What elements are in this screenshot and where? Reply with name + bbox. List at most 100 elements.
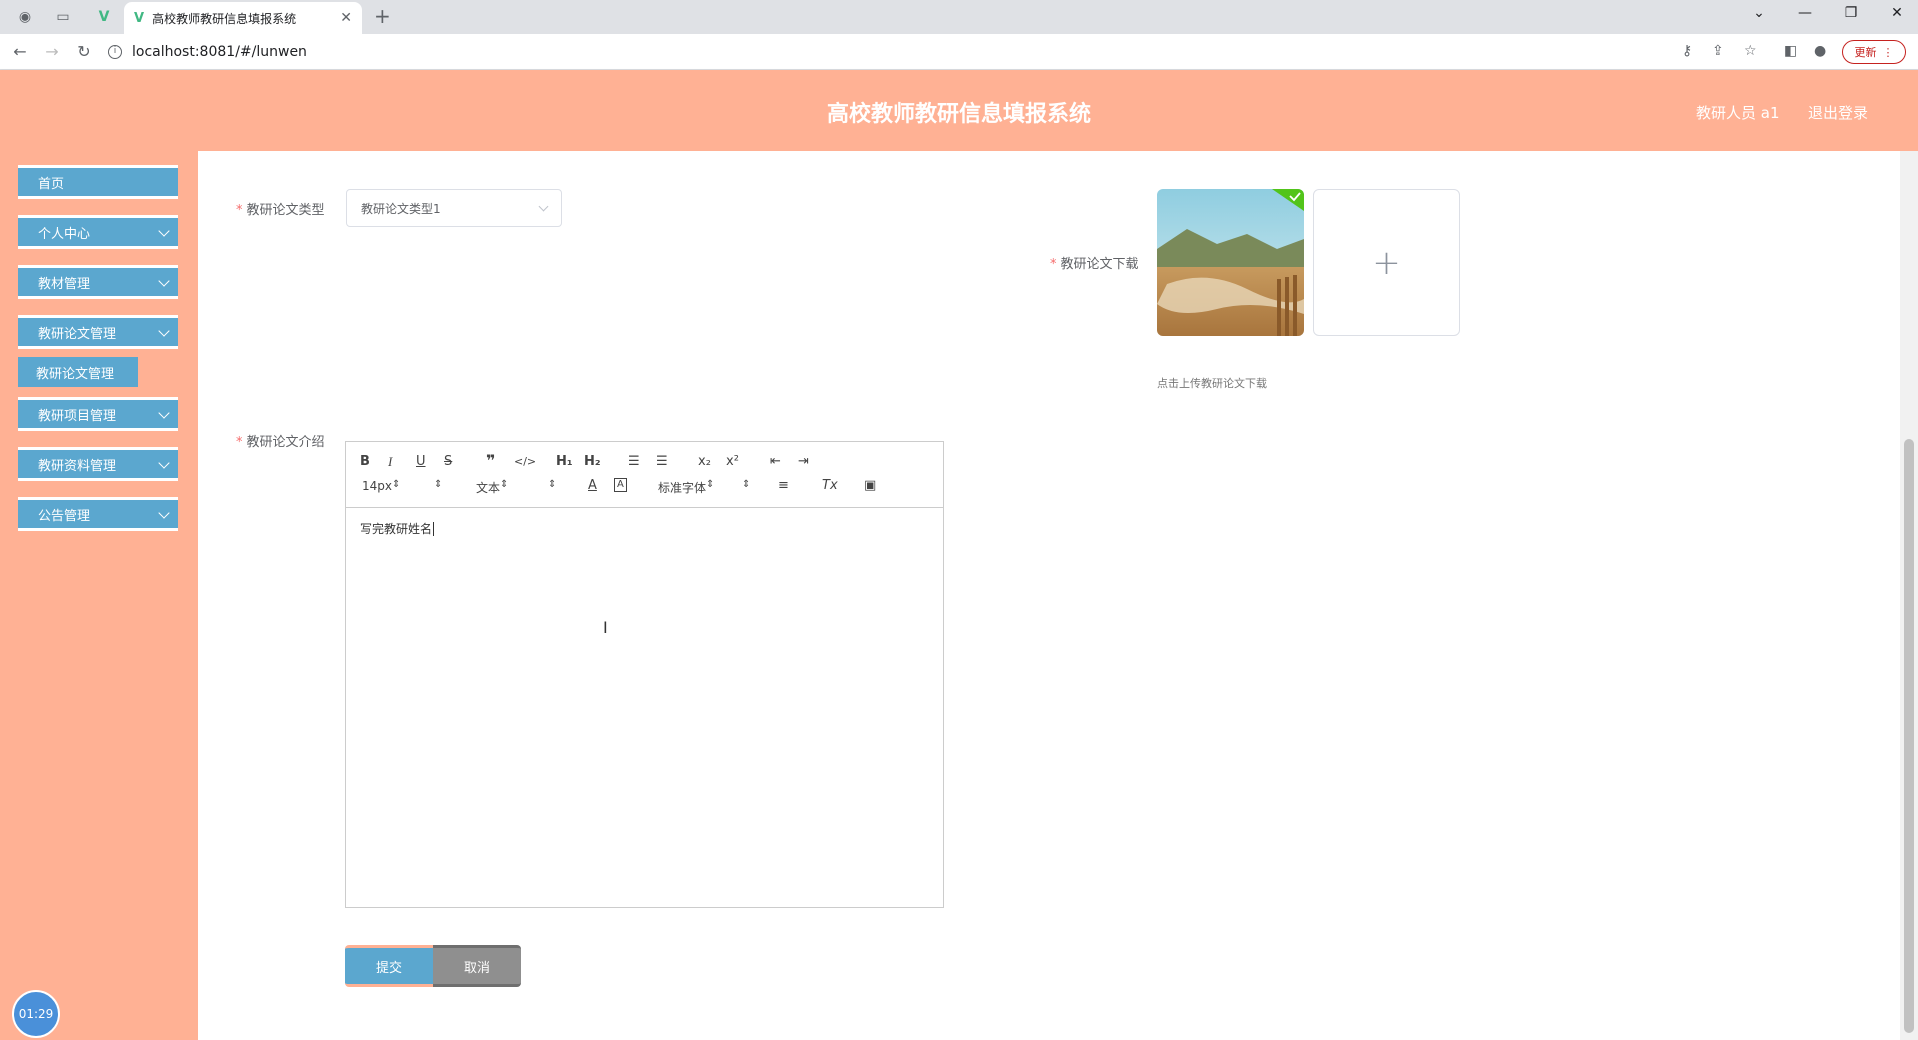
paper-type-label: * 教研论文类型 xyxy=(236,199,325,218)
globe-icon[interactable]: ◉ xyxy=(14,6,36,28)
upload-tip: 点击上传教研论文下载 xyxy=(1157,377,1267,390)
main-content: * 教研论文类型 教研论文类型1 * 教研论文下载 + 点击上传教研论文下载 *… xyxy=(198,151,1900,1040)
sidebar-item-papers[interactable]: 教研论文管理 xyxy=(18,315,178,349)
bold-icon[interactable]: B xyxy=(360,454,370,470)
browser-tabbar: ◉ ▭ V V 高校教师教研信息填报系统 ✕ + ⌄ — ❐ ✕ xyxy=(0,0,1918,34)
text-cursor-icon: I xyxy=(603,618,608,637)
submit-button[interactable]: 提交 xyxy=(345,945,433,987)
url-text: localhost:8081/#/lunwen xyxy=(132,44,307,60)
required-mark: * xyxy=(236,435,243,450)
quote-icon[interactable]: ❞ xyxy=(486,453,495,469)
star-icon[interactable]: ☆ xyxy=(1744,43,1757,59)
uploaded-image[interactable] xyxy=(1157,189,1304,336)
paper-type-select[interactable]: 教研论文类型1 xyxy=(346,189,562,227)
strikethrough-icon[interactable]: S xyxy=(444,454,452,470)
page-icon[interactable]: ▭ xyxy=(52,6,74,28)
back-icon[interactable]: ← xyxy=(10,42,30,61)
reload-icon[interactable]: ↻ xyxy=(74,42,94,61)
font-family-select[interactable]: 标准字体 ⇕ xyxy=(658,479,758,496)
chevron-down-icon xyxy=(158,325,170,337)
sidepanel-icon[interactable]: ◧ xyxy=(1784,43,1797,59)
font-size-select[interactable]: 14px ⇕ xyxy=(362,479,446,493)
sidebar-item-label: 首页 xyxy=(38,176,65,192)
sidebar-item-notices[interactable]: 公告管理 xyxy=(18,497,178,531)
page-title: 高校教师教研信息填报系统 xyxy=(826,102,1091,127)
sidebar-subitem-papers[interactable]: 教研论文管理 xyxy=(18,357,138,387)
sidebar-item-label: 个人中心 xyxy=(38,226,91,242)
page-scrollbar[interactable] xyxy=(1900,151,1918,1040)
font-color-icon[interactable]: A xyxy=(588,478,597,494)
key-icon[interactable]: ⚷ xyxy=(1682,43,1692,59)
subscript-icon[interactable]: x₂ xyxy=(698,454,711,470)
heading2-icon[interactable]: H₂ xyxy=(584,454,601,470)
close-icon[interactable]: ✕ xyxy=(340,10,352,26)
editor-text: 写完教研姓名 xyxy=(360,522,433,536)
chevron-down-icon xyxy=(538,201,549,212)
chevron-down-icon xyxy=(158,507,170,519)
close-window-button[interactable]: ✕ xyxy=(1882,5,1912,21)
underline-icon[interactable]: U xyxy=(416,454,426,470)
paper-intro-label: * 教研论文介绍 xyxy=(236,431,325,450)
url-field[interactable]: i localhost:8081/#/lunwen xyxy=(108,38,1708,66)
editor-toolbar: B I U S ❞ </> H₁ H₂ ☰ ☰ x₂ x² ⇤ ⇥ 14px ⇕… xyxy=(346,442,943,508)
more-icon: ⋮ xyxy=(1882,45,1894,59)
update-button[interactable]: 更新 ⋮ xyxy=(1842,40,1906,64)
chevron-down-icon xyxy=(158,407,170,419)
sidebar-item-profile[interactable]: 个人中心 xyxy=(18,215,178,249)
sidebar-item-home[interactable]: 首页 xyxy=(18,165,178,199)
sidebar-item-label: 教材管理 xyxy=(38,276,91,292)
paper-type-label-text: 教研论文类型 xyxy=(246,203,325,218)
info-icon[interactable]: i xyxy=(108,45,122,59)
new-tab-button[interactable]: + xyxy=(374,6,391,26)
logout-link[interactable]: 退出登录 xyxy=(1808,102,1868,123)
sidebar-subitem-label: 教研论文管理 xyxy=(36,366,115,382)
heading1-icon[interactable]: H₁ xyxy=(556,454,573,470)
paper-download-label-text: 教研论文下载 xyxy=(1060,257,1139,272)
superscript-icon[interactable]: x² xyxy=(726,454,739,470)
forward-icon[interactable]: → xyxy=(42,42,62,61)
ordered-list-icon[interactable]: ☰ xyxy=(628,454,640,470)
block-type-select[interactable]: 文本 ⇕ xyxy=(476,479,560,496)
required-mark: * xyxy=(236,203,243,218)
outdent-icon[interactable]: ⇤ xyxy=(770,454,781,470)
minimize-button[interactable]: — xyxy=(1790,5,1820,21)
browser-addressbar: ← → ↻ i localhost:8081/#/lunwen ⚷ ⇪ ☆ ◧ … xyxy=(0,34,1918,70)
sidebar-item-projects[interactable]: 教研项目管理 xyxy=(18,397,178,431)
browser-tab-active[interactable]: V 高校教师教研信息填报系统 ✕ xyxy=(124,2,362,34)
align-icon[interactable]: ≡ xyxy=(778,478,789,494)
image-icon[interactable]: ▣ xyxy=(864,478,876,494)
vue-icon[interactable]: V xyxy=(93,6,115,28)
indent-icon[interactable]: ⇥ xyxy=(798,454,809,470)
restore-button[interactable]: ❐ xyxy=(1836,5,1866,21)
paper-download-label: * 教研论文下载 xyxy=(1050,253,1139,272)
editor-content[interactable]: 写完教研姓名 xyxy=(346,508,943,549)
text-caret xyxy=(433,522,435,536)
code-icon[interactable]: </> xyxy=(514,454,536,470)
sidebar-item-materials[interactable]: 教研资料管理 xyxy=(18,447,178,481)
plus-icon: + xyxy=(1372,242,1401,283)
chevron-down-icon[interactable]: ⌄ xyxy=(1744,5,1774,21)
sidebar-item-label: 教研论文管理 xyxy=(38,326,117,342)
sidebar-item-label: 教研资料管理 xyxy=(38,458,117,474)
cancel-button[interactable]: 取消 xyxy=(433,945,521,987)
share-icon[interactable]: ⇪ xyxy=(1712,43,1724,59)
profile-icon[interactable]: ● xyxy=(1814,43,1826,59)
submit-label: 提交 xyxy=(375,960,402,976)
tab-title: 高校教师教研信息填报系统 xyxy=(152,11,297,26)
italic-icon[interactable]: I xyxy=(388,454,392,470)
chevron-down-icon xyxy=(158,457,170,469)
upload-add-button[interactable]: + xyxy=(1313,189,1460,336)
bullet-list-icon[interactable]: ☰ xyxy=(656,454,668,470)
background-color-icon[interactable]: A xyxy=(614,478,627,492)
paper-intro-label-text: 教研论文介绍 xyxy=(246,435,325,450)
updown-icon: ⇕ xyxy=(548,479,557,490)
block-type-value: 文本 xyxy=(476,481,501,495)
updown-icon: ⇕ xyxy=(434,479,443,490)
cancel-label: 取消 xyxy=(463,960,490,976)
timer-badge[interactable]: 01:29 xyxy=(12,990,60,1038)
clear-format-icon[interactable]: Tx xyxy=(822,478,838,494)
rich-text-editor: B I U S ❞ </> H₁ H₂ ☰ ☰ x₂ x² ⇤ ⇥ 14px ⇕… xyxy=(345,441,944,908)
scrollbar-thumb[interactable] xyxy=(1904,439,1914,1033)
updown-icon: ⇕ xyxy=(742,479,751,490)
sidebar-item-textbooks[interactable]: 教材管理 xyxy=(18,265,178,299)
